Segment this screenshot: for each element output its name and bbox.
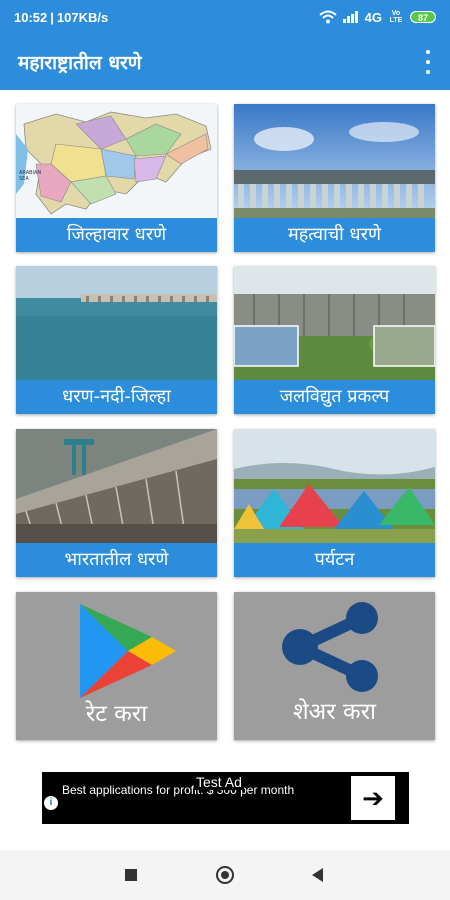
wifi-icon [318,10,337,24]
maharashtra-map-image: ARABIAN SEA [16,104,217,218]
status-speed: 107KB/s [56,9,109,25]
share-icon [282,602,378,692]
info-icon[interactable]: i [44,796,58,810]
tile-india-dams[interactable]: भारतातील धरणे [16,429,217,577]
svg-text:SEA: SEA [19,176,29,182]
share-label: शेअर करा [293,699,376,725]
ad-banner[interactable]: Best applications for profit. $ 300 per … [42,772,409,824]
camping-tents-image [234,429,435,543]
signal-icon [342,11,358,23]
network-type: 4G [364,9,382,25]
status-bar: 10:52 | 107KB/s 4G Vo LTE 87 [0,0,450,34]
status-time: 10:52 [14,9,48,25]
tile-label: महत्वाची धरणे [234,218,435,252]
more-vert-icon[interactable] [420,50,436,74]
rate-label: रेट करा [85,701,148,727]
recents-icon[interactable] [125,869,137,881]
tile-hydro-projects[interactable]: जलविद्युत प्रकल्प [234,266,435,414]
tile-important-dams[interactable]: महत्वाची धरणे [234,104,435,252]
tile-label: जिल्हावार धरणे [16,218,217,252]
ad-text: Best applications for profit. $ 300 per … [62,783,295,797]
arrow-right-icon[interactable]: ➔ [351,776,395,820]
share-button[interactable]: शेअर करा [234,592,435,740]
app-title: महाराष्ट्रातील धरणे [18,52,142,74]
dam-gates-image [234,104,435,218]
tile-label: जलविद्युत प्रकल्प [234,380,435,414]
hydro-dam-image [234,266,435,380]
tile-label: पर्यटन [234,543,435,577]
reservoir-image [16,266,217,380]
system-nav-bar [0,850,450,900]
tile-label: भारतातील धरणे [16,543,217,577]
status-separator: | [50,9,54,25]
tile-tourism[interactable]: पर्यटन [234,429,435,577]
test-ad-badge: Test Ad [194,774,244,790]
battery-icon: 87 [410,11,436,23]
rate-button[interactable]: रेट करा [16,592,217,740]
tile-label: धरण-नदी-जिल्हा [16,380,217,414]
home-icon[interactable] [216,866,234,884]
tile-district-dams[interactable]: ARABIAN SEA जिल्हावार धरणे [16,104,217,252]
app-bar: महाराष्ट्रातील धरणे [0,34,450,90]
tile-dam-river-district[interactable]: धरण-नदी-जिल्हा [16,266,217,414]
back-icon[interactable] [312,868,323,882]
india-dam-image [16,429,217,543]
main-grid: ARABIAN SEA जिल्हावार धरणे महत्वाची धरणे [0,90,450,850]
volte-label: Vo LTE [389,10,403,24]
play-store-icon [80,604,176,698]
